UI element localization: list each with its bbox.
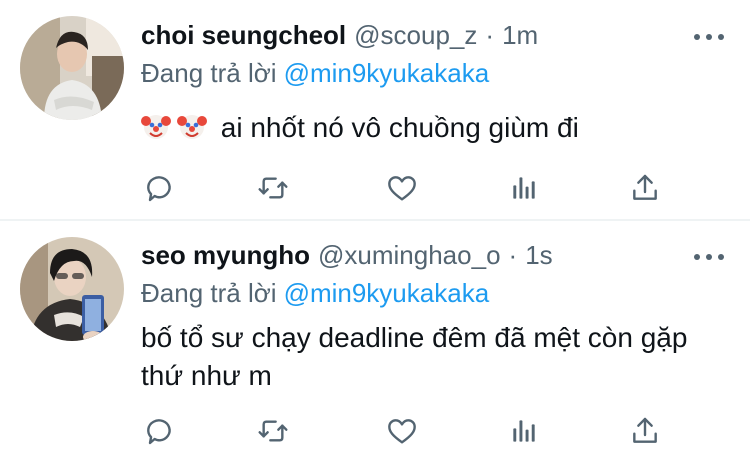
replying-to: Đang trả lời @min9kyukakaka [141,278,489,309]
clown-face-icon [141,112,171,142]
tweet-actions [140,411,670,451]
tweet-actions [140,168,670,208]
display-name[interactable]: choi seungcheol [141,20,346,51]
timestamp[interactable]: 1m [502,20,538,51]
replying-to-label: Đang trả lời [141,278,277,308]
tweet-text: bố tổ sư chạy deadline đêm đã mệt còn gặ… [141,322,688,391]
tweet-text-content: ai nhốt nó vô chuồng giùm đi [220,112,579,143]
tweet[interactable]: seo myungho @xuminghao_o · 1s Đang trả l… [0,221,750,469]
retweet-icon[interactable] [253,411,293,451]
share-icon[interactable] [625,168,665,208]
username-handle[interactable]: @xuminghao_o [318,240,501,271]
views-icon[interactable] [504,168,544,208]
timestamp[interactable]: 1s [525,240,552,271]
replying-to-handle[interactable]: @min9kyukakaka [284,278,490,308]
clown-face-icon [177,112,207,142]
separator-dot: · [485,19,495,50]
separator-dot: · [508,239,518,270]
like-icon[interactable] [382,168,422,208]
more-options-icon[interactable] [694,30,724,44]
replying-to-handle[interactable]: @min9kyukakaka [284,58,490,88]
avatar[interactable] [20,237,124,341]
share-icon[interactable] [625,411,665,451]
like-icon[interactable] [382,411,422,451]
replying-to: Đang trả lời @min9kyukakaka [141,58,489,89]
views-icon[interactable] [504,411,544,451]
reply-icon[interactable] [140,411,180,451]
replying-to-label: Đang trả lời [141,58,277,88]
display-name[interactable]: seo myungho [141,240,310,271]
avatar[interactable] [20,16,124,120]
username-handle[interactable]: @scoup_z [354,20,477,51]
more-options-icon[interactable] [694,250,724,264]
tweet[interactable]: choi seungcheol @scoup_z · 1m Đang trả l… [0,0,750,219]
retweet-icon[interactable] [253,168,293,208]
reply-icon[interactable] [140,168,180,208]
tweet-text: ai nhốt nó vô chuồng giùm đi [141,109,731,147]
